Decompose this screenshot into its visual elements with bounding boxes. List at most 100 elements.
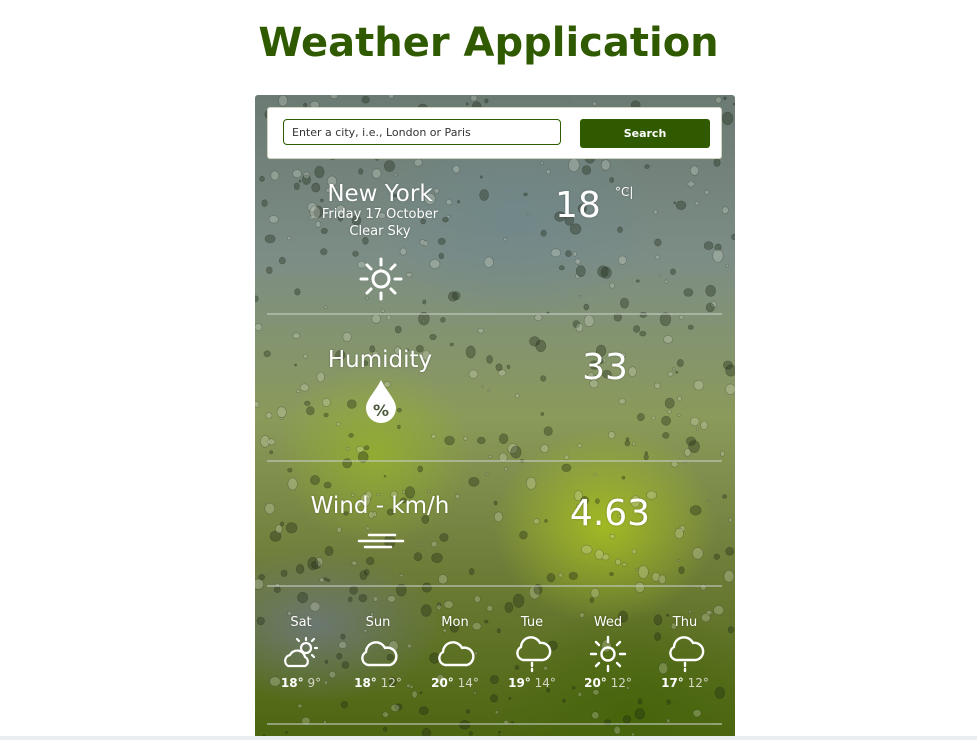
- rain-drop: [689, 505, 702, 516]
- rain-drop: [258, 574, 266, 581]
- rain-drop: [670, 461, 679, 468]
- search-button[interactable]: Search: [580, 119, 710, 148]
- rain-drop: [287, 236, 292, 241]
- rain-drop: [664, 279, 669, 284]
- rain-drop: [593, 473, 597, 477]
- rain-drop: [592, 101, 597, 106]
- rain-drop: [635, 567, 639, 572]
- rain-drop: [723, 96, 727, 101]
- rain-drop: [731, 233, 735, 241]
- rain-drop: [703, 241, 714, 250]
- rain-drop: [727, 626, 735, 634]
- rain-drop: [732, 102, 735, 106]
- rain-drop: [268, 215, 279, 224]
- rain-drop: [705, 302, 715, 313]
- rain-drop: [297, 591, 309, 603]
- rain-drop: [316, 371, 325, 383]
- rain-drop: [329, 95, 339, 100]
- divider-humidity: [267, 460, 722, 462]
- rain-drop: [675, 370, 679, 374]
- rain-drop: [715, 96, 722, 104]
- rain-drop: [540, 161, 544, 166]
- rain-drop: [562, 698, 566, 703]
- rain-drop: [373, 596, 378, 602]
- rain-drop: [613, 725, 621, 735]
- forecast-min-temp: 12°: [610, 676, 632, 690]
- rain-drop: [658, 273, 662, 277]
- rain-drop: [413, 552, 423, 562]
- rain-drop: [488, 455, 493, 459]
- rain-drop: [269, 450, 274, 455]
- rain-drop: [683, 288, 694, 297]
- rain-drop: [477, 327, 485, 334]
- rain-drop: [540, 412, 545, 416]
- rain-drop: [263, 350, 271, 358]
- rain-drop: [722, 360, 733, 370]
- rain-drop: [597, 265, 609, 278]
- rain-drop: [295, 564, 305, 575]
- rain-drop: [673, 201, 677, 205]
- rain-drop: [477, 436, 486, 445]
- rain-drop: [653, 209, 658, 215]
- rain-drop: [383, 726, 388, 732]
- rain-drop: [465, 345, 476, 359]
- rain-drop: [661, 415, 671, 426]
- rain-drop: [295, 389, 301, 394]
- rain-drop: [468, 369, 479, 379]
- humidity-label: Humidity: [327, 347, 433, 373]
- rain-drop: [393, 172, 398, 177]
- rain-drop: [692, 709, 702, 718]
- rain-drop: [438, 574, 448, 585]
- search-bar: Search: [267, 107, 722, 159]
- search-input[interactable]: [283, 119, 561, 145]
- rain-drop: [535, 339, 547, 352]
- rain-drop: [692, 547, 704, 560]
- rain-drop: [483, 256, 494, 268]
- rain-drop: [436, 603, 442, 611]
- rain-drop: [635, 279, 640, 283]
- rain-drop: [719, 450, 725, 457]
- rain-drop: [615, 558, 622, 566]
- forecast-max-temp: 18°: [280, 676, 304, 690]
- rain-drop: [443, 600, 454, 609]
- temperature-unit: °C|: [615, 185, 634, 199]
- rain-drop: [449, 342, 454, 347]
- rain-drop: [336, 526, 342, 533]
- rain-drop: [544, 519, 548, 523]
- forecast-day-name: Mon: [441, 615, 469, 630]
- rain-drop: [545, 169, 551, 175]
- rain-drop: [503, 237, 508, 242]
- bottom-strip: [0, 736, 977, 740]
- rain-drop: [473, 691, 477, 695]
- rain-drop: [512, 593, 525, 608]
- rain-drop: [390, 703, 400, 712]
- rain-drop: [677, 559, 681, 563]
- rain-drop: [348, 433, 354, 438]
- rain-drop: [397, 424, 401, 430]
- rain-drop: [322, 397, 331, 407]
- rain-drop: [550, 248, 561, 258]
- rain-drop: [540, 229, 547, 237]
- rain-drop: [592, 689, 600, 696]
- rain-drop: [486, 604, 494, 612]
- rain-drop: [323, 577, 328, 581]
- rain-drop: [504, 467, 508, 472]
- rain-drop: [666, 699, 672, 705]
- rain-drop: [431, 541, 438, 548]
- rain-drop: [468, 731, 473, 736]
- rain-drop: [444, 435, 455, 446]
- rain-drop: [438, 252, 445, 260]
- rain-drop: [498, 433, 509, 445]
- rain-drop: [685, 436, 697, 446]
- rain-drop: [394, 325, 402, 334]
- rain-drop: [324, 546, 334, 557]
- rain-drop: [380, 309, 385, 313]
- rain-drop: [636, 413, 645, 422]
- weather-card: Search New York Friday 17 October Clear …: [255, 95, 735, 740]
- rain-drop: [676, 396, 682, 402]
- rain-drop: [589, 597, 594, 603]
- rain-drop: [637, 565, 649, 579]
- rain-drop: [594, 549, 604, 560]
- rain-drop: [712, 248, 724, 263]
- rain-drop: [609, 177, 615, 183]
